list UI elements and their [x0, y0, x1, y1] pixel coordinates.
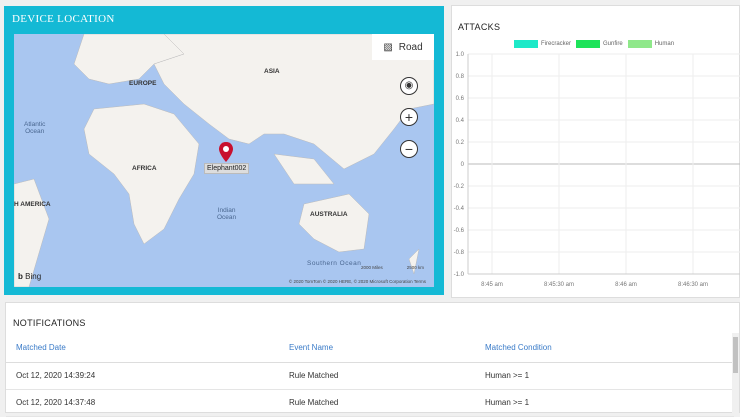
y-tick-label: -0.6 [454, 228, 465, 234]
y-tick-label: -0.2 [454, 184, 465, 190]
map[interactable]: ASIA EUROPE AFRICA AUSTRALIA H AMERICA A… [14, 34, 434, 287]
y-tick-label: 1.0 [456, 52, 465, 58]
legend-swatch [514, 40, 538, 48]
zoom-in-button[interactable]: + [400, 108, 418, 126]
column-header-event[interactable]: Event Name [289, 333, 485, 363]
attacks-panel: ATTACKS 1.0 0.8 0.6 0.4 0.2 0 -0.2 -0.4 -0.6 -0.8… [451, 5, 740, 298]
panel-title: NOTIFICATIONS [13, 318, 86, 328]
table-row[interactable]: Oct 12, 2020 14:37:48 Rule Matched Human >… [6, 389, 734, 417]
label-australia: AUSTRALIA [310, 211, 348, 218]
locate-me-button[interactable]: ◉ [400, 77, 418, 95]
legend-swatch [627, 40, 652, 48]
map-copyright[interactable]: © 2020 TomTom © 2020 HERE, © 2020 Micros… [289, 279, 426, 284]
label-asia: ASIA [264, 68, 280, 75]
matched-date: Oct 12, 2020 14:39:24 [6, 362, 289, 390]
label-europe: EUROPE [129, 80, 157, 87]
legend-label: Human [654, 41, 675, 47]
road-label: Road [398, 41, 423, 53]
column-header-date[interactable]: Matched Date [6, 333, 289, 363]
x-tick-label: 8:45:30 am [544, 282, 574, 288]
x-tick-label: 8:46 am [615, 282, 637, 288]
bing-logo: b Bing [18, 272, 42, 281]
label-indian: Indian Ocean [217, 207, 237, 221]
x-tick-label: 8:46:30 am [678, 282, 708, 288]
label-africa: AFRICA [132, 165, 157, 172]
attacks-chart: 1.0 0.8 0.6 0.4 0.2 0 -0.2 -0.4 -0.6 -0.8 -1.0 8:45… [454, 52, 740, 288]
column-header-condition[interactable]: Matched Condition [485, 333, 734, 363]
matched-condition: Human >= 1 [485, 362, 734, 390]
x-tick-label: 8:45 am [481, 282, 503, 288]
map-scale: 2000 Miles 2500 km [360, 265, 424, 270]
notifications-panel: NOTIFICATIONS Matched Date Event Name Ma… [5, 302, 740, 417]
legend-label: Gunfire [603, 41, 623, 47]
device-location-panel: DEVICE LOCATION ASIA EUROPE AFRICA AUSTR… [4, 6, 444, 295]
panel-title: DEVICE LOCATION [12, 13, 115, 25]
zoom-out-button[interactable]: − [400, 140, 418, 158]
y-tick-label: 0.2 [456, 140, 465, 146]
label-america: H AMERICA [14, 201, 51, 208]
label-southern: Southern Ocean [307, 260, 362, 267]
y-tick-label: 0 [461, 162, 465, 168]
target-icon: ◉ [404, 80, 414, 91]
plus-icon: + [404, 109, 414, 125]
matched-condition: Human >= 1 [485, 389, 734, 417]
device-label: Elephant002 [204, 163, 250, 174]
legend-item[interactable]: Human [627, 40, 675, 48]
scroll-thumb[interactable] [733, 337, 738, 373]
map-style-road-button[interactable]: ▧ Road [372, 34, 434, 60]
minus-icon: − [404, 141, 414, 157]
y-tick-label: -0.4 [454, 206, 465, 212]
map-pin-icon[interactable] [219, 142, 233, 162]
legend-item[interactable]: Gunfire [576, 40, 623, 48]
map-style-icon: ▧ [383, 41, 393, 53]
matched-date: Oct 12, 2020 14:37:48 [6, 389, 289, 417]
y-tick-label: 0.6 [456, 96, 465, 102]
y-tick-label: 0.4 [456, 118, 465, 124]
legend-item[interactable]: Firecracker [514, 40, 571, 48]
label-atlantic: Atlantic Ocean [24, 121, 46, 135]
event-name: Rule Matched [289, 362, 485, 390]
chart-legend: Firecracker Gunfire Human [514, 40, 674, 48]
legend-label: Firecracker [541, 41, 572, 47]
y-tick-label: 0.8 [456, 74, 465, 80]
table-row[interactable]: Oct 12, 2020 14:39:24 Rule Matched Human >… [6, 362, 734, 390]
event-name: Rule Matched [289, 389, 485, 417]
notifications-table: Matched Date Event Name Matched Conditio… [6, 333, 734, 417]
y-tick-label: -0.8 [454, 250, 465, 256]
legend-swatch [576, 40, 601, 48]
scrollbar[interactable] [732, 333, 739, 413]
y-tick-label: -1.0 [454, 272, 465, 278]
